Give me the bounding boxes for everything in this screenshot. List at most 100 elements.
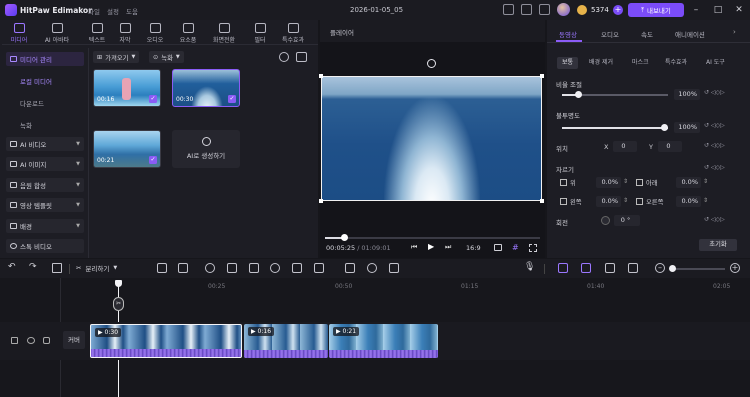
video-preview[interactable] (321, 76, 542, 201)
menu-settings[interactable]: 설정 (107, 6, 119, 16)
tab-transition[interactable]: 화면전환 (207, 22, 241, 46)
track-audio-icon[interactable] (43, 337, 50, 344)
keyframe-icon[interactable]: ↺ ◁◇▷ (704, 122, 725, 129)
sidebar-subitem-record[interactable]: 녹화 (20, 120, 32, 130)
zoom-in-icon[interactable]: + (730, 263, 740, 273)
delete-icon[interactable] (52, 263, 62, 273)
prev-frame-icon[interactable]: ⏮ (411, 243, 417, 252)
import-button[interactable]: ⊞ 가져오기 ▼ (93, 51, 140, 63)
tab-filter[interactable]: 필터 (246, 22, 274, 46)
track-visibility-icon[interactable] (27, 337, 35, 344)
undo-icon[interactable]: ↶ (8, 262, 16, 272)
spinner-icon[interactable]: ⇕ (623, 178, 628, 185)
subtab-effects[interactable]: 특수효과 (660, 57, 692, 69)
snapshot-icon[interactable] (494, 244, 502, 251)
subtab-mask[interactable]: 마스크 (627, 57, 654, 69)
sidebar-item-ai-video[interactable]: AI 비디오 ▼ (6, 137, 84, 151)
export-frame-icon[interactable] (345, 263, 355, 273)
minimize-button[interactable]: – (690, 4, 702, 16)
timeline-clip[interactable]: ▶ 0:16 (244, 324, 328, 358)
reverse-icon[interactable] (270, 263, 280, 273)
split-button[interactable]: ✂ 분리하기 ▼ (76, 263, 117, 273)
tab-audio-props[interactable]: 오디오 (601, 29, 619, 39)
tab-subtitle[interactable]: 자막 (111, 22, 139, 46)
subtab-ai-tools[interactable]: AI 도구 (701, 57, 730, 69)
tab-text[interactable]: 텍스트 (83, 22, 111, 46)
redo-icon[interactable]: ↷ (29, 262, 37, 272)
subtab-bg-remove[interactable]: 배경 제거 (584, 57, 618, 69)
close-button[interactable]: ✕ (733, 4, 745, 16)
mirror-icon[interactable] (292, 263, 302, 273)
reset-button[interactable]: 초기화 (699, 239, 737, 251)
menu-help[interactable]: 도움 (126, 6, 138, 16)
tab-speed[interactable]: 속도 (641, 29, 653, 39)
track-lock-icon[interactable] (11, 337, 18, 344)
subtab-normal[interactable]: 보통 (557, 57, 579, 69)
gift-icon[interactable] (521, 4, 532, 15)
zoom-slider-handle[interactable] (669, 265, 676, 272)
microphone-icon[interactable]: 🎙 (524, 262, 535, 272)
tab-media[interactable]: 미디어 (5, 22, 33, 46)
record-button[interactable]: ⊙ 녹화 ▼ (149, 51, 184, 63)
sidebar-item-template[interactable]: 영상 템플릿 ▼ (6, 198, 84, 212)
add-credits-button[interactable]: + (613, 5, 623, 15)
sidebar-item-audio-synth[interactable]: 음원 합성 ▼ (6, 178, 84, 192)
media-thumbnail[interactable]: 00:21 ✓ (93, 130, 161, 168)
ai-generate-button[interactable]: AI로 생성하기 (172, 130, 240, 168)
search-icon[interactable] (279, 52, 289, 62)
crop-bottom-input[interactable]: 0.0% (676, 177, 701, 188)
grid-icon[interactable]: # (512, 243, 519, 252)
user-avatar[interactable] (557, 3, 570, 16)
spinner-icon[interactable]: ⇕ (703, 197, 708, 204)
mosaic-icon[interactable] (389, 263, 399, 273)
time-ruler[interactable] (60, 279, 750, 292)
sidebar-item-background[interactable]: 배경 ▼ (6, 219, 84, 233)
ai-tool-icon[interactable] (367, 263, 377, 273)
opacity-slider-handle[interactable] (661, 124, 668, 131)
link-icon[interactable] (581, 263, 591, 273)
opacity-slider[interactable] (562, 127, 668, 129)
feedback-icon[interactable] (503, 4, 514, 15)
speed-icon[interactable] (205, 263, 215, 273)
timeline-clip[interactable]: ▶ 0:21 (329, 324, 438, 358)
keyframe-icon[interactable]: ↺ ◁◇▷ (704, 216, 725, 223)
scale-slider-handle[interactable] (575, 91, 582, 98)
fit-timeline-icon[interactable] (628, 263, 638, 273)
aspect-ratio-select[interactable]: 16:9 (466, 244, 481, 252)
track-split-icon[interactable] (605, 263, 615, 273)
export-button[interactable]: ⤒ 내보내기 (628, 3, 684, 17)
playhead-split-icon[interactable]: ✂ (113, 297, 124, 311)
tab-elements[interactable]: 요소품 (174, 22, 202, 46)
progress-handle[interactable] (341, 234, 348, 241)
cover-button[interactable]: 커버 (63, 331, 85, 349)
rotate-input[interactable]: 0 ° (614, 215, 640, 226)
tab-ai-avatar[interactable]: AI 아바타 (40, 22, 74, 46)
crop-top-input[interactable]: 0.0% (596, 177, 621, 188)
sidebar-item-stock-video[interactable]: 스톡 비디오 (6, 239, 84, 253)
keyframe-icon[interactable]: ↺ ◁◇▷ (704, 164, 725, 171)
scale-value[interactable]: 100% (674, 89, 700, 100)
rotate-dial[interactable] (601, 216, 610, 225)
zoom-out-icon[interactable]: – (655, 263, 665, 273)
transform-icon[interactable] (249, 263, 259, 273)
media-thumbnail[interactable]: 00:30 ✓ (172, 69, 240, 107)
play-icon[interactable]: ▶ (428, 242, 434, 251)
tab-animation[interactable]: 애니메이션 (675, 29, 705, 39)
fullscreen-icon[interactable] (529, 244, 537, 252)
maximize-button[interactable]: □ (712, 4, 724, 16)
spinner-icon[interactable]: ⇕ (623, 197, 628, 204)
sidebar-subitem-local[interactable]: 로컬 미디어 (20, 76, 52, 86)
tab-effects[interactable]: 특수효과 (276, 22, 310, 46)
list-view-icon[interactable] (296, 52, 307, 62)
playback-progress-bar[interactable] (325, 237, 540, 239)
more-tabs-icon[interactable]: › (733, 28, 736, 36)
tab-audio[interactable]: 오디오 (141, 22, 169, 46)
crop-left-input[interactable]: 0.0% (596, 196, 621, 207)
crop-icon[interactable] (227, 263, 237, 273)
subtitle-tool-icon[interactable] (157, 263, 167, 273)
notification-icon[interactable] (539, 4, 550, 15)
position-y-input[interactable]: 0 (658, 141, 682, 152)
keyframe-icon[interactable]: ↺ ◁◇▷ (704, 89, 725, 96)
rotate-handle-icon[interactable] (427, 59, 436, 68)
zoom-slider[interactable] (670, 268, 725, 270)
